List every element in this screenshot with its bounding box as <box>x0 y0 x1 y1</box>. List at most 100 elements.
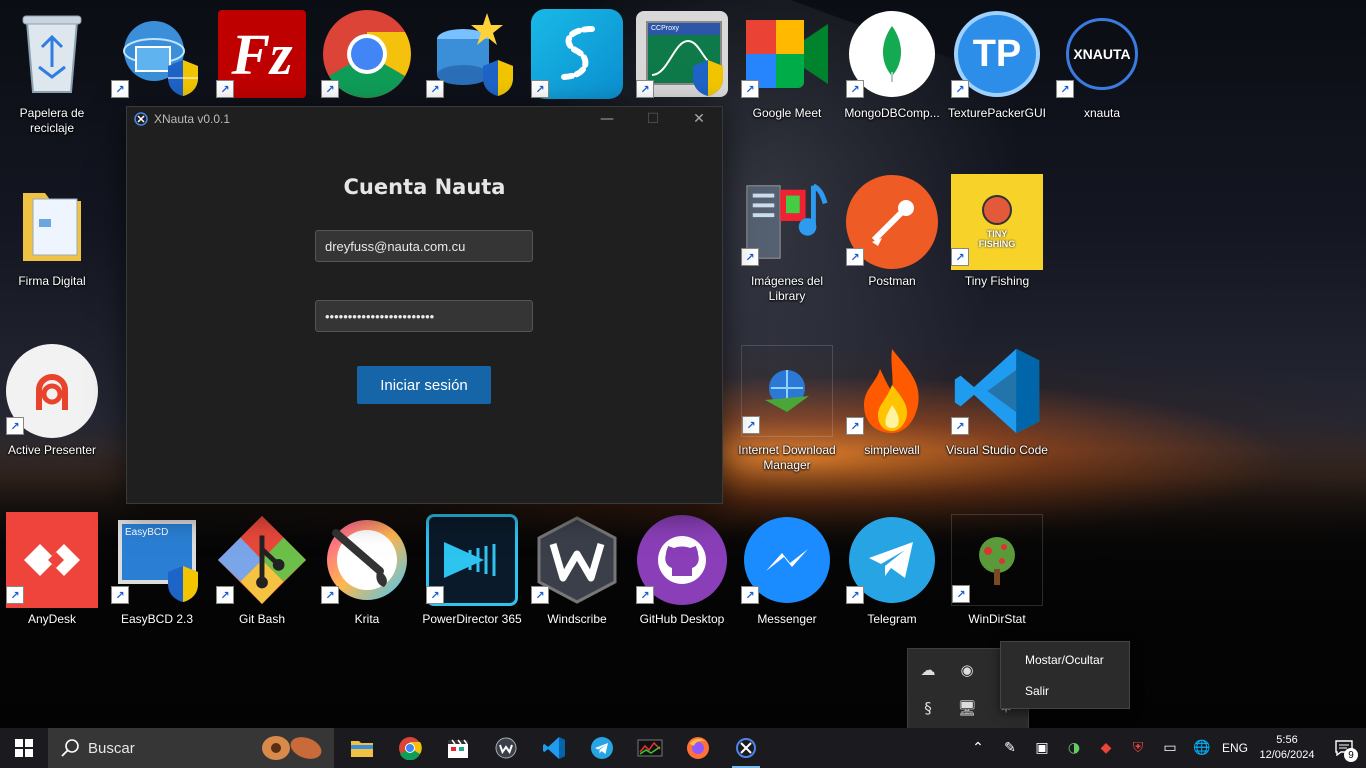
taskbar-network-monitor[interactable] <box>626 728 674 768</box>
desktop-icon-filezilla[interactable]: Fz ↗ <box>210 8 314 106</box>
desktop-icon-active-presenter[interactable]: ↗ Active Presenter <box>0 344 104 458</box>
desktop-icon-google-meet[interactable]: ↗ Google Meet <box>735 8 839 121</box>
desktop-icon-windirstat[interactable]: ↗ WinDirStat <box>945 514 1049 627</box>
windirstat-tree-icon: ↗ <box>951 514 1043 606</box>
desktop-icon-powerdirector[interactable]: ↗ PowerDirector 365 <box>420 514 524 627</box>
ccproxy-icon: CCProxy ↗ <box>636 8 728 100</box>
tray-security-icon[interactable]: ⛨ <box>1122 728 1154 768</box>
desktop-icon-chrome[interactable]: ↗ <box>315 8 419 106</box>
shortcut-arrow-icon: ↗ <box>846 248 864 266</box>
shortcut-arrow-icon: ↗ <box>321 586 339 604</box>
desktop-icon-idm[interactable]: ↗ Internet Download Manager <box>735 345 839 473</box>
desktop-icon-firma-digital[interactable]: Firma Digital <box>0 176 104 289</box>
taskbar-chrome[interactable] <box>386 728 434 768</box>
github-desktop-icon: ↗ <box>636 514 728 606</box>
desktop-icon-xnauta[interactable]: XNAUTA ↗ xnauta <box>1050 8 1154 121</box>
messenger-icon: ↗ <box>741 514 833 606</box>
tray-s-icon[interactable]: § <box>917 697 939 719</box>
clock-time: 5:56 <box>1276 734 1298 746</box>
shortcut-arrow-icon: ↗ <box>636 80 654 98</box>
tray-context-menu: Mostar/Ocultar Salir <box>1000 641 1130 709</box>
search-highlight-icon <box>258 734 328 762</box>
battery-icon[interactable]: ▭ <box>1154 728 1186 768</box>
tray-pen-icon[interactable]: ✎ <box>994 728 1026 768</box>
tray-idm-icon[interactable]: ◑ <box>1058 728 1090 768</box>
desktop-icon-anydesk[interactable]: ↗ AnyDesk <box>0 512 104 627</box>
desktop-icon-label: Messenger <box>757 612 817 626</box>
desktop-icon-messenger[interactable]: ↗ Messenger <box>735 514 839 627</box>
shortcut-arrow-icon: ↗ <box>636 586 654 604</box>
desktop-icon-vscode[interactable]: ↗ Visual Studio Code <box>945 345 1049 458</box>
desktop-icon-krita[interactable]: ↗ Krita <box>315 514 419 627</box>
shortcut-arrow-icon: ↗ <box>951 417 969 435</box>
desktop-icon-imagenes-library[interactable]: ↗ Imágenes del Library <box>735 176 839 304</box>
desktop-icon-telegram[interactable]: ↗ Telegram <box>840 514 944 627</box>
taskbar-windscribe[interactable] <box>482 728 530 768</box>
desktop-icon-label: EasyBCD 2.3 <box>120 612 194 626</box>
desktop-icon-simplewall[interactable]: ↗ simplewall <box>840 345 944 458</box>
show-hidden-icons-chevron-icon[interactable]: ⌃ <box>962 728 994 768</box>
google-meet-icon: ↗ <box>741 8 833 100</box>
desktop-icon-database-tool[interactable]: ↗ <box>420 8 524 106</box>
window-titlebar[interactable]: XNauta v0.0.1 — ☐ ✕ <box>127 107 722 131</box>
anydesk-icon: ↗ <box>6 512 98 608</box>
network-globe-icon[interactable]: 🌐 <box>1186 728 1218 768</box>
desktop-icon-windscribe[interactable]: ↗ Windscribe <box>525 514 629 627</box>
notification-center-button[interactable]: 9 <box>1322 728 1366 768</box>
tray-app-icon[interactable]: ◉ <box>956 659 978 681</box>
tray-anydesk-icon[interactable]: ◆ <box>1090 728 1122 768</box>
desktop-icon-recycle-bin[interactable]: Papelera de reciclaje <box>0 8 104 136</box>
desktop-icon-label: TexturePackerGUI <box>947 106 1047 120</box>
desktop-icon-mongodb-compass[interactable]: ↗ MongoDBComp... <box>840 8 944 121</box>
window-title: XNauta v0.0.1 <box>154 112 231 126</box>
taskbar-video-editor[interactable] <box>434 728 482 768</box>
taskbar-search[interactable]: Buscar <box>48 728 334 768</box>
desktop-icon-label: Imágenes del Library <box>750 274 824 303</box>
taskbar-file-explorer[interactable] <box>338 728 386 768</box>
start-button[interactable] <box>0 728 48 768</box>
desktop-icon-stream-app[interactable]: ↗ <box>525 8 629 106</box>
desktop-icon-github-desktop[interactable]: ↗ GitHub Desktop <box>630 514 734 627</box>
desktop-icon-texturepacker[interactable]: TP ↗ TexturePackerGUI <box>945 8 1049 121</box>
taskbar-firefox[interactable] <box>674 728 722 768</box>
password-field[interactable] <box>315 300 533 332</box>
desktop-icon-ccproxy[interactable]: CCProxy ↗ <box>630 8 734 106</box>
desktop-icon-label: Firma Digital <box>18 274 86 288</box>
email-field[interactable] <box>315 230 533 262</box>
desktop-icon-tiny-fishing[interactable]: TINY FISHING ↗ Tiny Fishing <box>945 174 1049 289</box>
shortcut-arrow-icon: ↗ <box>216 80 234 98</box>
vscode-icon: ↗ <box>951 345 1043 437</box>
network-globe-icon: ↗ <box>111 8 203 100</box>
login-button[interactable]: Iniciar sesión <box>357 366 491 404</box>
minimize-button[interactable]: — <box>584 107 630 131</box>
desktop-icon-label: Visual Studio Code <box>946 443 1048 457</box>
close-button[interactable]: ✕ <box>676 107 722 131</box>
language-indicator[interactable]: ENG <box>1218 728 1252 768</box>
shortcut-arrow-icon: ↗ <box>846 80 864 98</box>
network-monitor-icon[interactable]: 🖥 <box>956 697 978 719</box>
idm-globe-icon: ↗ <box>741 345 833 437</box>
desktop-icon-git-bash[interactable]: ↗ Git Bash <box>210 514 314 627</box>
uac-shield-icon <box>483 60 513 96</box>
taskbar-xnauta[interactable] <box>722 728 770 768</box>
cloud-offline-icon[interactable]: ☁ <box>917 659 939 681</box>
xnauta-window: XNauta v0.0.1 — ☐ ✕ Cuenta Nauta Iniciar… <box>126 106 723 504</box>
taskbar-telegram[interactable] <box>578 728 626 768</box>
system-tray: ⌃ ✎ ▣ ◑ ◆ ⛨ ▭ 🌐 ENG 5:56 12/06/2024 9 <box>962 728 1366 768</box>
clock[interactable]: 5:56 12/06/2024 <box>1252 733 1322 763</box>
desktop-icon-easybcd[interactable]: EasyBCD ↗ EasyBCD 2.3 <box>105 514 209 627</box>
desktop-icon-label: Postman <box>868 274 916 288</box>
notification-count-badge: 9 <box>1344 748 1358 762</box>
desktop-icon-postman[interactable]: ↗ Postman <box>840 175 944 289</box>
taskbar: Buscar ⌃ ✎ ▣ ◑ ◆ ⛨ ▭ 🌐 ENG 5:56 12/06/20… <box>0 728 1366 768</box>
tray-monitor-icon[interactable]: ▣ <box>1026 728 1058 768</box>
taskbar-vscode[interactable] <box>530 728 578 768</box>
menu-item-toggle[interactable]: Mostar/Ocultar <box>1001 644 1129 675</box>
firefox-icon <box>687 737 709 759</box>
maximize-button[interactable]: ☐ <box>630 107 676 131</box>
tiny-fishing-logo-text: TINY FISHING <box>978 229 1016 249</box>
krita-icon: ↗ <box>321 514 413 606</box>
desktop-icon-label: MongoDBComp... <box>844 106 940 120</box>
desktop-icon-control-panel[interactable]: ↗ Co <box>105 8 209 121</box>
menu-item-exit[interactable]: Salir <box>1001 675 1129 706</box>
